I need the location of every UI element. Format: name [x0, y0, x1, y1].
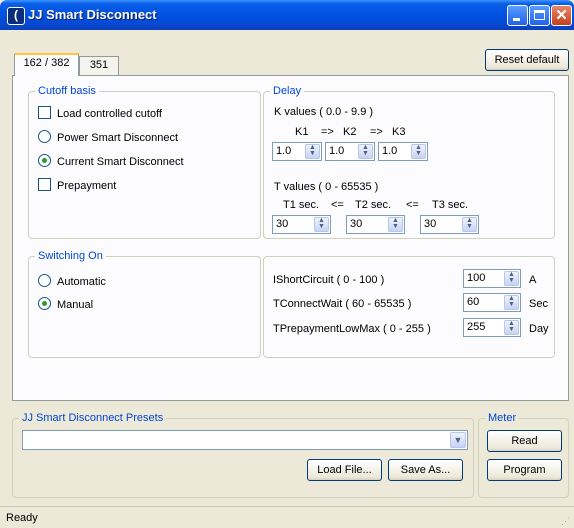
k2-value: 1.0 — [329, 145, 345, 157]
cutoff-basis-legend: Cutoff basis — [35, 84, 99, 98]
k-arrow-2: => — [370, 126, 383, 138]
parameters-group: IShortCircuit ( 0 - 100 ) 100 ▲ ▼ A TConn… — [263, 256, 555, 358]
resize-grip-icon[interactable]: ⋰ — [561, 516, 571, 526]
tab-162-382[interactable]: 162 / 382 — [14, 53, 79, 76]
k-values-range: K values ( 0.0 - 9.9 ) — [274, 106, 374, 118]
k1-value: 1.0 — [276, 145, 292, 157]
checkbox-box[interactable] — [38, 106, 51, 119]
delay-group: Delay K values ( 0.0 - 9.9 ) K1 => K2 =>… — [263, 84, 555, 239]
k3-spinner[interactable]: 1.0 ▲ ▼ — [378, 142, 428, 161]
spinner-updown-icon[interactable]: ▲ ▼ — [504, 320, 519, 335]
t1-spinner[interactable]: 30 ▲ ▼ — [272, 215, 331, 234]
load-controlled-cutoff-label: Load controlled cutoff — [57, 108, 162, 120]
load-controlled-cutoff-checkbox[interactable]: Load controlled cutoff — [38, 106, 162, 121]
t1-value: 30 — [276, 218, 289, 230]
cutoff-basis-group: Cutoff basis Load controlled cutoff Powe… — [28, 84, 261, 239]
ishortcircuit-label: IShortCircuit ( 0 - 100 ) — [273, 274, 385, 286]
ishortcircuit-value: 100 — [467, 272, 486, 284]
t3-value: 30 — [424, 218, 437, 230]
title-bar[interactable]: ( JJ Smart Disconnect ✕ — [0, 0, 574, 30]
manual-radio[interactable]: Manual — [38, 297, 93, 312]
spinner-updown-icon[interactable]: ▲ ▼ — [388, 217, 403, 232]
maximize-icon — [534, 10, 545, 20]
t1-header: T1 sec. — [283, 199, 320, 211]
spinner-updown-icon[interactable]: ▲ ▼ — [462, 217, 477, 232]
t2-header: T2 sec. — [355, 199, 392, 211]
radio-circle-selected[interactable] — [38, 154, 51, 167]
ishortcircuit-spinner[interactable]: 100 ▲ ▼ — [463, 269, 521, 288]
close-icon: ✕ — [555, 7, 568, 24]
tprepaymentlowmax-label: TPrepaymentLowMax ( 0 - 255 ) — [273, 323, 431, 335]
chevron-down-icon[interactable]: ▼ — [450, 432, 466, 448]
app-window: ( JJ Smart Disconnect ✕ Reset default 16… — [0, 0, 574, 528]
current-smart-disconnect-label: Current Smart Disconnect — [57, 156, 184, 168]
t2-value: 30 — [350, 218, 363, 230]
prepayment-checkbox[interactable]: Prepayment — [38, 178, 116, 193]
spinner-updown-icon[interactable]: ▲ ▼ — [314, 217, 329, 232]
k2-spinner[interactable]: 1.0 ▲ ▼ — [325, 142, 375, 161]
save-as-button[interactable]: Save As... — [388, 459, 463, 481]
automatic-label: Automatic — [57, 276, 106, 288]
tprepaymentlowmax-unit: Day — [529, 323, 549, 335]
status-bar: Ready ⋰ — [0, 506, 574, 528]
t-values-range: T values ( 0 - 65535 ) — [274, 181, 379, 193]
jj-app-icon: ( — [7, 7, 25, 25]
power-smart-disconnect-label: Power Smart Disconnect — [57, 132, 179, 144]
tprepaymentlowmax-spinner[interactable]: 255 ▲ ▼ — [463, 318, 521, 337]
radio-circle-selected[interactable] — [38, 297, 51, 310]
switching-on-group: Switching On Automatic Manual — [28, 249, 261, 358]
tprepaymentlowmax-value: 255 — [467, 321, 486, 333]
ishortcircuit-unit: A — [529, 274, 537, 286]
spinner-updown-icon[interactable]: ▲ ▼ — [504, 295, 519, 310]
tconnectwait-label: TConnectWait ( 60 - 65535 ) — [273, 298, 412, 310]
t3-spinner[interactable]: 30 ▲ ▼ — [420, 215, 479, 234]
t-arrow-1: <= — [331, 199, 344, 211]
power-smart-disconnect-radio[interactable]: Power Smart Disconnect — [38, 130, 178, 145]
tconnectwait-unit: Sec — [529, 298, 548, 310]
k3-header: K3 — [392, 126, 406, 138]
k1-header: K1 — [295, 126, 309, 138]
presets-dropdown[interactable]: ▼ — [22, 430, 468, 450]
t-arrow-2: <= — [406, 199, 419, 211]
k3-value: 1.0 — [382, 145, 398, 157]
load-file-button[interactable]: Load File... — [307, 459, 382, 481]
current-smart-disconnect-radio[interactable]: Current Smart Disconnect — [38, 154, 184, 169]
automatic-radio[interactable]: Automatic — [38, 274, 106, 289]
spinner-updown-icon[interactable]: ▲ ▼ — [358, 144, 373, 159]
window-title: JJ Smart Disconnect — [28, 7, 157, 22]
tab-351[interactable]: 351 — [79, 56, 119, 75]
checkbox-box[interactable] — [38, 178, 51, 191]
tab-panel: Cutoff basis Load controlled cutoff Powe… — [12, 75, 569, 401]
radio-circle[interactable] — [38, 130, 51, 143]
meter-legend: Meter — [485, 411, 520, 425]
spinner-updown-icon[interactable]: ▲ ▼ — [305, 144, 320, 159]
prepayment-label: Prepayment — [57, 180, 117, 192]
spinner-updown-icon[interactable]: ▲ ▼ — [504, 271, 519, 286]
program-button[interactable]: Program — [487, 459, 562, 481]
presets-legend: JJ Smart Disconnect Presets — [19, 411, 167, 425]
read-button[interactable]: Read — [487, 430, 562, 452]
maximize-button[interactable] — [529, 5, 550, 26]
t2-spinner[interactable]: 30 ▲ ▼ — [346, 215, 405, 234]
tconnectwait-spinner[interactable]: 60 ▲ ▼ — [463, 293, 521, 312]
k-arrow-1: => — [321, 126, 334, 138]
t3-header: T3 sec. — [432, 199, 469, 211]
manual-label: Manual — [57, 299, 94, 311]
radio-circle[interactable] — [38, 274, 51, 287]
k1-spinner[interactable]: 1.0 ▲ ▼ — [272, 142, 322, 161]
k2-header: K2 — [343, 126, 357, 138]
tconnectwait-value: 60 — [467, 296, 480, 308]
status-text: Ready — [6, 512, 38, 524]
reset-default-button[interactable]: Reset default — [485, 49, 569, 71]
spinner-updown-icon[interactable]: ▲ ▼ — [411, 144, 426, 159]
minimize-icon — [513, 18, 520, 21]
delay-legend: Delay — [270, 84, 305, 98]
switching-on-legend: Switching On — [35, 249, 106, 263]
minimize-button[interactable] — [507, 5, 528, 26]
close-button[interactable]: ✕ — [551, 5, 572, 26]
